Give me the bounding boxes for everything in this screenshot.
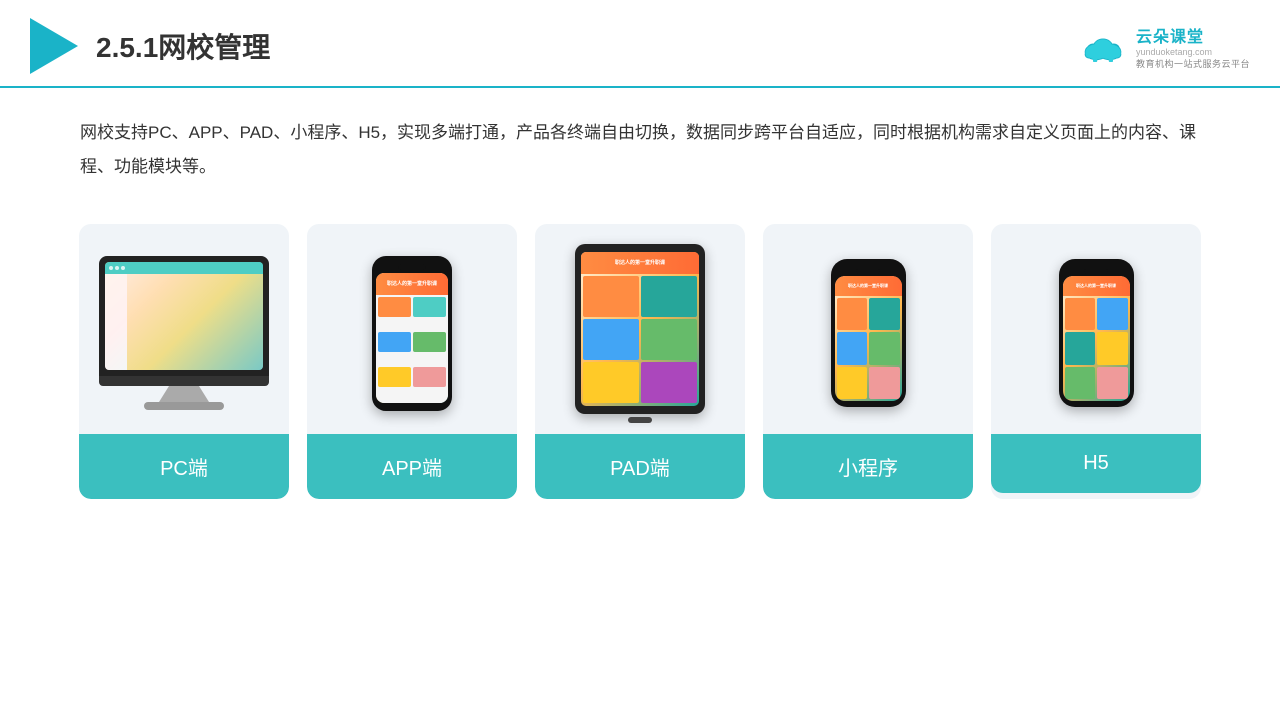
brand-logo: 云朵课堂 yunduoketang.com 教育机构一站式服务云平台 [1078,23,1250,70]
brand-text: 云朵课堂 yunduoketang.com 教育机构一站式服务云平台 [1136,23,1250,70]
logo-triangle-icon [30,18,78,74]
header: 2.5.1网校管理 云朵课堂 [0,0,1280,88]
description-text: 网校支持PC、APP、PAD、小程序、H5，实现多端打通，产品各终端自由切换，数… [0,88,1280,194]
brand-tagline: 教育机构一站式服务云平台 [1136,57,1250,70]
cards-section: PC端 职达人的第一堂升职课 [0,194,1280,519]
brand-url: yunduoketang.com [1136,47,1212,57]
pc-monitor-icon [99,256,269,410]
card-pc-label: PC端 [79,434,289,499]
h5-phone-icon: 职达人的第一堂升职课 [1056,259,1136,407]
card-h5-label: H5 [991,434,1201,493]
header-left: 2.5.1网校管理 [30,18,270,74]
brand-name: 云朵课堂 [1136,23,1204,47]
card-pad: 职达人的第一堂升职课 PAD端 [535,224,745,499]
card-miniprogram: 职达人的第一堂升职课 小程序 [763,224,973,499]
cloud-icon [1078,28,1128,64]
card-pc: PC端 [79,224,289,499]
card-h5: 职达人的第一堂升职课 H5 [991,224,1201,499]
card-miniprogram-image: 职达人的第一堂升职课 [763,224,973,434]
card-pc-image [79,224,289,434]
page-title: 2.5.1网校管理 [96,26,270,66]
card-miniprogram-label: 小程序 [763,434,973,499]
card-app: 职达人的第一堂升职课 [307,224,517,499]
tablet-mockup-icon: 职达人的第一堂升职课 [575,244,705,423]
card-pad-image: 职达人的第一堂升职课 [535,224,745,434]
miniprogram-phone-icon: 职达人的第一堂升职课 [828,259,908,407]
phone-mockup-icon: 职达人的第一堂升职课 [372,256,452,411]
card-h5-image: 职达人的第一堂升职课 [991,224,1201,434]
card-app-label: APP端 [307,434,517,499]
card-app-image: 职达人的第一堂升职课 [307,224,517,434]
card-pad-label: PAD端 [535,434,745,499]
